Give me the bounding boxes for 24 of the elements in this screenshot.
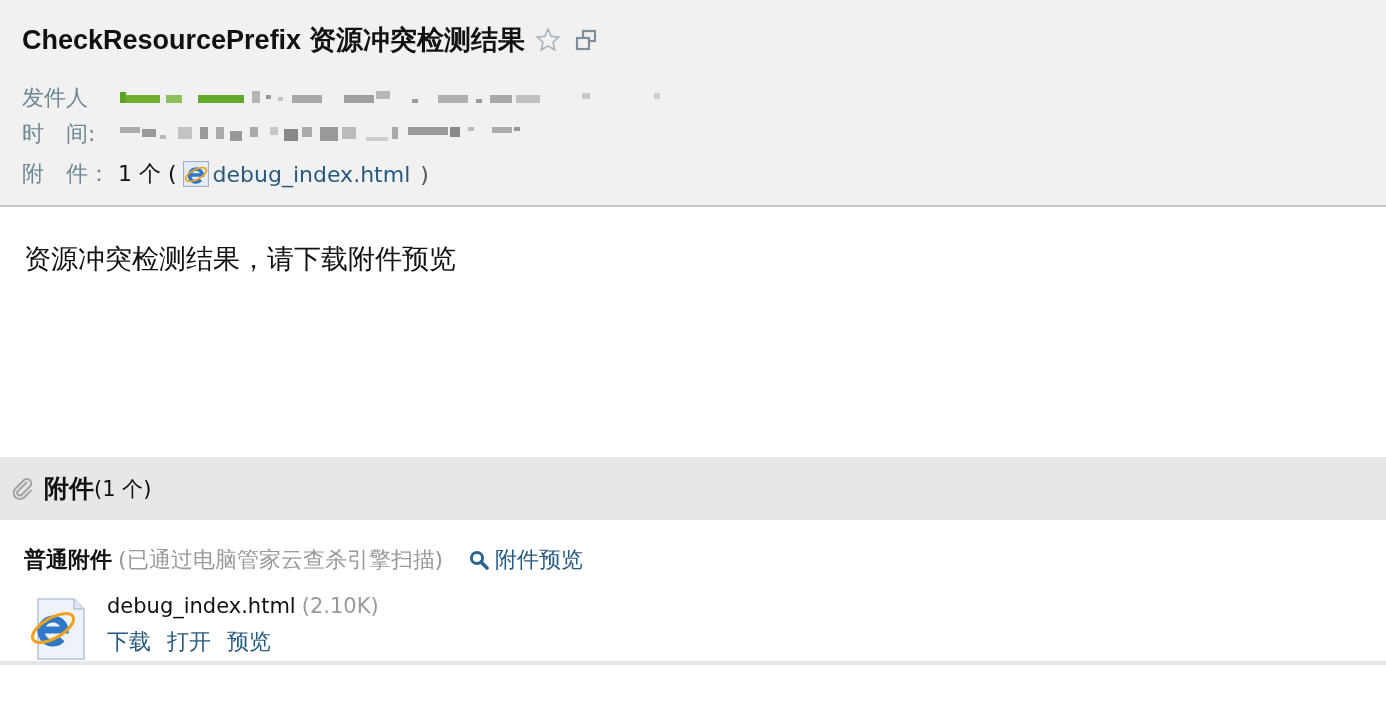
- attachments-count: (1 个): [94, 475, 152, 503]
- search-icon: [469, 550, 490, 570]
- field-label: 附 件：: [22, 160, 111, 188]
- file-action-link[interactable]: 打开: [167, 627, 211, 657]
- file-name: debug_index.html: [107, 594, 296, 618]
- attachment-preview-link[interactable]: 附件预览: [469, 545, 584, 575]
- file-action-link[interactable]: 下载: [107, 627, 151, 657]
- overlapping-windows-icon[interactable]: [574, 29, 597, 51]
- closing-parenthesis: ): [420, 161, 429, 187]
- attachments-heading: 附件: [44, 473, 94, 505]
- field-label: 发件人: [22, 84, 89, 112]
- message-body: 资源冲突检测结果，请下载附件预览: [24, 242, 457, 276]
- field-label: 时 间:: [22, 120, 97, 148]
- file-size: (2.10K): [301, 594, 379, 618]
- attachment-group-label: 普通附件: [24, 546, 112, 574]
- attachment-count: 1 个 (: [118, 160, 177, 188]
- star-icon[interactable]: [534, 27, 561, 53]
- ie-file-icon: [182, 161, 209, 187]
- paperclip-icon: [11, 476, 35, 501]
- file-action-link[interactable]: 预览: [227, 627, 271, 657]
- mail-subject: CheckResourcePrefix 资源冲突检测结果: [22, 24, 525, 57]
- html-file-icon: [28, 596, 88, 662]
- scan-note: (已通过电脑管家云查杀引擎扫描): [118, 546, 444, 574]
- attachment-link[interactable]: debug_index.html: [212, 161, 411, 187]
